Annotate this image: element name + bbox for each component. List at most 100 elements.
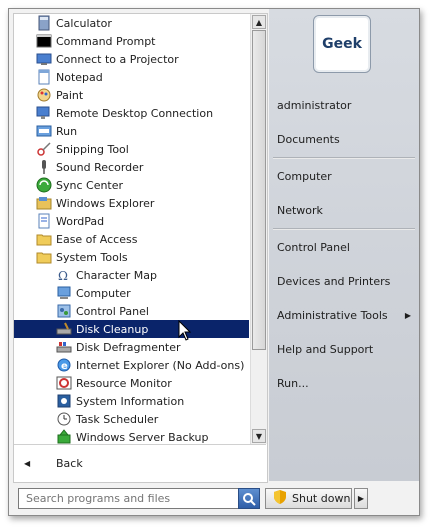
projector-icon: [36, 51, 52, 67]
program-label: Calculator: [56, 16, 112, 30]
shutdown-label: Shut down: [292, 492, 351, 505]
program-item[interactable]: Sync Center: [14, 176, 249, 194]
program-label: Notepad: [56, 70, 103, 84]
right-item-label: Devices and Printers: [277, 274, 391, 288]
program-label: Paint: [56, 88, 84, 102]
program-item[interactable]: Notepad: [14, 68, 249, 86]
folder-icon: [36, 231, 52, 247]
search-input[interactable]: [24, 491, 228, 506]
program-label: Windows Explorer: [56, 196, 155, 210]
notepad-icon: [36, 69, 52, 85]
internet-explorer-icon: e: [56, 357, 72, 373]
search-button[interactable]: [238, 488, 260, 509]
right-item-control-panel[interactable]: Control Panel: [277, 237, 417, 257]
program-item[interactable]: Snipping Tool: [14, 140, 249, 158]
program-item[interactable]: Windows Server Backup: [14, 428, 249, 444]
explorer-icon: [36, 195, 52, 211]
computer-icon: [56, 285, 72, 301]
right-item-computer[interactable]: Computer: [277, 166, 417, 186]
shield-icon: [274, 490, 286, 507]
program-item[interactable]: Ease of Access: [14, 230, 249, 248]
program-item[interactable]: Disk Cleanup: [14, 320, 249, 338]
program-item[interactable]: Command Prompt: [14, 32, 249, 50]
program-label: Remote Desktop Connection: [56, 106, 214, 120]
resource-monitor-icon: [56, 375, 72, 391]
search-icon: [243, 492, 256, 506]
program-item[interactable]: Run: [14, 122, 249, 140]
avatar-text: Geek: [322, 36, 362, 52]
remote-desktop-icon: [36, 105, 52, 121]
program-label: Resource Monitor: [76, 376, 172, 390]
program-item[interactable]: Computer: [14, 284, 249, 302]
program-item[interactable]: Windows Explorer: [14, 194, 249, 212]
right-item-administrative-tools[interactable]: Administrative Tools ▶: [277, 305, 417, 325]
user-picture[interactable]: Geek: [313, 15, 371, 73]
calculator-icon: [36, 15, 52, 31]
right-item-devices-printers[interactable]: Devices and Printers: [277, 271, 417, 291]
command-prompt-icon: [36, 33, 52, 49]
program-item[interactable]: System Tools: [14, 248, 249, 266]
program-label: Connect to a Projector: [56, 52, 179, 66]
start-menu: Calculator Command Prompt Connect to a Pro…: [8, 8, 420, 516]
run-icon: [36, 123, 52, 139]
program-item[interactable]: WordPad: [14, 212, 249, 230]
program-label: Run: [56, 124, 78, 138]
right-item-label: Network: [277, 203, 323, 217]
program-item[interactable]: Calculator: [14, 14, 249, 32]
program-label: Internet Explorer (No Add-ons): [76, 358, 245, 372]
program-item[interactable]: System Information: [14, 392, 249, 410]
programs-scrollbar[interactable]: ▲ ▼: [250, 14, 267, 444]
disk-defragmenter-icon: [56, 339, 72, 355]
program-label: System Tools: [56, 250, 128, 264]
submenu-arrow-icon: ▶: [404, 310, 411, 320]
program-item[interactable]: Task Scheduler: [14, 410, 249, 428]
program-label: Sound Recorder: [56, 160, 144, 174]
backup-icon: [56, 429, 72, 444]
search-box[interactable]: [18, 488, 257, 509]
shutdown-options-button[interactable]: ▶: [354, 488, 368, 509]
program-label: Disk Defragmenter: [76, 340, 181, 354]
right-item-label: Computer: [277, 169, 332, 183]
program-item[interactable]: Disk Defragmenter: [14, 338, 249, 356]
sync-icon: [36, 177, 52, 193]
program-item[interactable]: Sound Recorder: [14, 158, 249, 176]
right-item-help-support[interactable]: Help and Support: [277, 339, 417, 359]
programs-panel: Calculator Command Prompt Connect to a Pro…: [13, 13, 268, 483]
divider: [273, 228, 415, 230]
program-item[interactable]: Paint: [14, 86, 249, 104]
divider: [273, 157, 415, 159]
right-item-label: Help and Support: [277, 342, 374, 356]
back-arrow-icon: ◀: [24, 458, 31, 468]
program-item[interactable]: Connect to a Projector: [14, 50, 249, 68]
programs-list: Calculator Command Prompt Connect to a Pro…: [14, 14, 249, 444]
character-map-icon: Ω: [56, 267, 72, 283]
program-label: Disk Cleanup: [76, 322, 149, 336]
scroll-thumb[interactable]: [252, 30, 266, 350]
disk-cleanup-icon: [56, 321, 72, 337]
program-label: Computer: [76, 286, 131, 300]
right-item-label: administrator: [277, 98, 352, 112]
program-item[interactable]: Remote Desktop Connection: [14, 104, 249, 122]
arrow-right-icon: ▶: [357, 494, 365, 503]
scroll-down-button[interactable]: ▼: [252, 429, 266, 443]
right-item-label: Run...: [277, 376, 309, 390]
right-panel: Geek administrator Documents Computer Ne…: [269, 9, 419, 481]
scroll-up-button[interactable]: ▲: [252, 15, 266, 29]
program-item[interactable]: Resource Monitor: [14, 374, 249, 392]
program-label: System Information: [76, 394, 185, 408]
control-panel-icon: [56, 303, 72, 319]
svg-text:e: e: [61, 361, 68, 372]
system-information-icon: [56, 393, 72, 409]
program-label: Windows Server Backup: [76, 430, 209, 444]
right-item-run[interactable]: Run...: [277, 373, 417, 393]
right-item-network[interactable]: Network: [277, 200, 417, 220]
shutdown-button[interactable]: Shut down: [265, 488, 352, 509]
right-item-administrator[interactable]: administrator: [277, 95, 417, 115]
right-item-documents[interactable]: Documents: [277, 129, 417, 149]
back-button[interactable]: ◀ Back: [14, 450, 266, 476]
program-item[interactable]: e Internet Explorer (No Add-ons): [14, 356, 249, 374]
program-item[interactable]: Control Panel: [14, 302, 249, 320]
program-item[interactable]: Ω Character Map: [14, 266, 249, 284]
program-label: WordPad: [56, 214, 105, 228]
program-label: Ease of Access: [56, 232, 138, 246]
